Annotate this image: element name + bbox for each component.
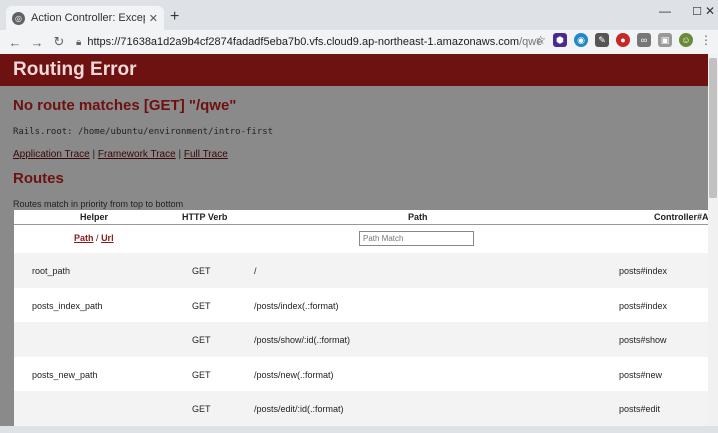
- helper-header: Helper: [80, 212, 109, 222]
- table-header: Helper HTTP Verb Path Controller#A: [14, 210, 708, 225]
- row-path: /: [254, 266, 257, 276]
- row-controller: posts#new: [619, 369, 663, 380]
- routes-table: Helper HTTP Verb Path Controller#A Path …: [14, 210, 708, 426]
- path-match-input[interactable]: [359, 231, 474, 246]
- trace-separator: |: [178, 149, 182, 160]
- header-title: Routing Error: [13, 59, 137, 80]
- full-trace-link[interactable]: Full Trace: [184, 149, 228, 160]
- row-verb: GET: [192, 369, 211, 380]
- path-header: Path: [408, 212, 428, 222]
- row-controller: posts#show: [619, 335, 667, 345]
- lock-icon[interactable]: 🔒︎: [76, 37, 81, 48]
- scrollbar-thumb[interactable]: [709, 58, 717, 198]
- row-verb: GET: [192, 266, 211, 276]
- row-helper: root_path: [32, 266, 71, 276]
- url-main: https://71638a1d2a9b4cf2874fadadf5eba7b0…: [87, 36, 520, 48]
- rails-root: Rails.root: /home/ubuntu/environment/int…: [13, 127, 274, 137]
- close-tab-icon[interactable]: ✕: [149, 12, 158, 25]
- menu-dots-icon[interactable]: ⋮: [700, 33, 712, 47]
- routes-title: Routes: [13, 170, 64, 187]
- row-verb: GET: [192, 335, 211, 345]
- extension-blue-icon[interactable]: ◉: [574, 33, 588, 47]
- extension-hex-icon[interactable]: ⬢: [553, 33, 567, 47]
- trace-links: Application Trace | Framework Trace | Fu…: [13, 149, 695, 160]
- reload-icon[interactable]: ↻: [48, 34, 70, 50]
- row-controller: posts#index: [619, 300, 668, 311]
- verb-header: HTTP Verb: [182, 212, 228, 222]
- error-title: No route matches [GET] "/qwe": [13, 97, 237, 114]
- browser-toolbar: ← → ↻ 🔒︎ https://71638a1d2a9b4cf2874fada…: [0, 30, 718, 54]
- toggle-separator: /: [96, 233, 99, 243]
- url-toggle-link[interactable]: Url: [101, 233, 114, 243]
- trace-separator: |: [92, 149, 96, 160]
- page-content: Routing Error No route matches [GET] "/q…: [0, 54, 708, 426]
- extension-gray-icon[interactable]: ▣: [658, 33, 672, 47]
- globe-icon: ◎: [12, 11, 25, 25]
- title-bar: ◎ Action Controller: Exception ca ✕ + — …: [0, 0, 718, 30]
- star-icon[interactable]: ☆: [535, 33, 546, 47]
- row-path: /posts/edit/:id(.:format): [254, 404, 344, 414]
- minimize-button[interactable]: —: [648, 0, 682, 22]
- eyedropper-icon[interactable]: ✎: [595, 33, 609, 47]
- table-row: GET /posts/edit/:id(.:format) posts#edit: [14, 391, 708, 426]
- table-row: posts_index_path GET /posts/index(.:form…: [14, 287, 708, 322]
- row-path: /posts/new(.:format): [254, 369, 334, 380]
- filter-row: Path / Url: [14, 225, 708, 253]
- path-toggle-link[interactable]: Path: [74, 233, 94, 243]
- extension-icons: ☆ ⬢ ◉ ✎ ● ∞ ▣ ☺ ⋮: [535, 33, 712, 47]
- extension-red-icon[interactable]: ●: [616, 33, 630, 47]
- row-controller: posts#index: [619, 266, 668, 276]
- extension-green-icon[interactable]: ☺: [679, 33, 693, 47]
- row-path: /posts/show/:id(.:format): [254, 335, 351, 345]
- table-row: posts_new_path GET /posts/new(.:format) …: [14, 356, 708, 391]
- framework-trace-link[interactable]: Framework Trace: [98, 149, 176, 160]
- row-helper: posts_new_path: [32, 369, 98, 380]
- page-header: Routing Error: [0, 54, 708, 86]
- controller-header: Controller#A: [654, 212, 708, 222]
- new-tab-button[interactable]: +: [170, 8, 179, 26]
- window-bottom-edge: [0, 426, 718, 433]
- table-row: root_path GET / posts#index: [14, 253, 708, 288]
- back-arrow-icon[interactable]: ←: [4, 35, 26, 50]
- tab-title: Action Controller: Exception ca: [31, 12, 145, 24]
- helper-toggle: Path / Url: [74, 233, 114, 243]
- row-verb: GET: [192, 300, 211, 311]
- close-window-button[interactable]: ✕: [702, 0, 718, 22]
- row-path: /posts/index(.:format): [254, 300, 339, 311]
- row-controller: posts#edit: [619, 404, 661, 414]
- row-helper: posts_index_path: [32, 300, 103, 311]
- application-trace-link[interactable]: Application Trace: [13, 149, 90, 160]
- table-row: GET /posts/show/:id(.:format) posts#show: [14, 322, 708, 357]
- row-verb: GET: [192, 404, 211, 414]
- priority-note: Routes match in priority from top to bot…: [13, 199, 184, 209]
- browser-tab[interactable]: ◎ Action Controller: Exception ca ✕: [6, 6, 164, 30]
- link-icon[interactable]: ∞: [637, 33, 651, 47]
- address-bar[interactable]: https://71638a1d2a9b4cf2874fadadf5eba7b0…: [87, 36, 542, 48]
- forward-arrow-icon[interactable]: →: [26, 35, 48, 50]
